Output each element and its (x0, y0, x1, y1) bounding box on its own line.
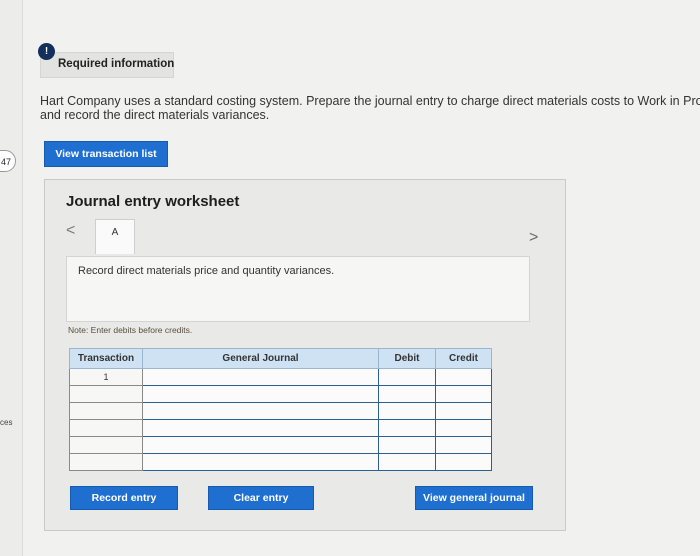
credit-input[interactable] (435, 402, 492, 420)
header-debit: Debit (378, 348, 436, 369)
entry-description: Record direct materials price and quanti… (78, 265, 335, 277)
entry-note: Note: Enter debits before credits. (68, 325, 193, 335)
debit-input[interactable] (378, 436, 436, 454)
account-input[interactable] (142, 402, 379, 420)
alert-icon: ! (38, 43, 55, 60)
table-row (69, 385, 492, 403)
view-general-journal-button[interactable]: View general journal (415, 486, 533, 510)
credit-input[interactable] (435, 453, 492, 471)
credit-input[interactable] (435, 436, 492, 454)
transaction-cell (69, 436, 143, 454)
debit-input[interactable] (378, 453, 436, 471)
worksheet-title: Journal entry worksheet (66, 193, 240, 210)
transaction-cell (69, 453, 143, 471)
problem-text: Hart Company uses a standard costing sys… (40, 94, 700, 122)
debit-input[interactable] (378, 385, 436, 403)
table-row: 1 (69, 368, 492, 386)
transaction-cell (69, 419, 143, 437)
debit-input[interactable] (378, 419, 436, 437)
problem-text-line2: and record the direct materials variance… (40, 108, 270, 122)
left-sidebar-strip (0, 0, 23, 556)
table-row (69, 436, 492, 454)
account-input[interactable] (142, 453, 379, 471)
table-row (69, 419, 492, 437)
transaction-cell: 1 (69, 368, 143, 386)
problem-text-line1: Hart Company uses a standard costing sys… (40, 94, 700, 108)
previous-arrow-icon[interactable]: < (66, 222, 75, 240)
journal-table: Transaction General Journal Debit Credit… (69, 348, 492, 471)
credit-input[interactable] (435, 368, 492, 386)
credit-input[interactable] (435, 385, 492, 403)
account-input[interactable] (142, 385, 379, 403)
sidebar-label: ces (0, 418, 13, 427)
table-row (69, 453, 492, 471)
account-input[interactable] (142, 436, 379, 454)
header-general-journal: General Journal (142, 348, 379, 369)
transaction-cell (69, 385, 143, 403)
tab-a[interactable]: A (95, 219, 135, 254)
record-entry-button[interactable]: Record entry (70, 486, 178, 510)
transaction-cell (69, 402, 143, 420)
debit-input[interactable] (378, 368, 436, 386)
required-info-label: Required information (58, 58, 175, 70)
view-transaction-list-button[interactable]: View transaction list (44, 141, 168, 167)
table-row (69, 402, 492, 420)
clear-entry-button[interactable]: Clear entry (208, 486, 314, 510)
header-credit: Credit (435, 348, 492, 369)
account-input[interactable] (142, 368, 379, 386)
account-input[interactable] (142, 419, 379, 437)
next-arrow-icon[interactable]: > (529, 229, 538, 247)
credit-input[interactable] (435, 419, 492, 437)
debit-input[interactable] (378, 402, 436, 420)
header-transaction: Transaction (69, 348, 143, 369)
